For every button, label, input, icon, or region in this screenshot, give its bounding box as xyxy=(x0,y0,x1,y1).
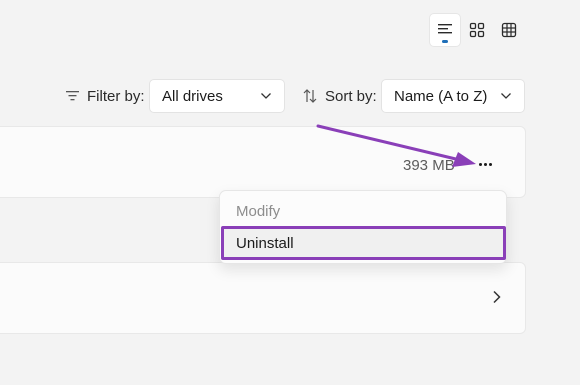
grid-view-icon xyxy=(469,22,485,38)
chevron-right-icon[interactable] xyxy=(492,290,502,304)
grid-view-button[interactable] xyxy=(462,14,492,46)
app-size: 393 MB xyxy=(403,157,455,174)
tile-view-icon xyxy=(501,22,517,38)
menu-item-uninstall[interactable]: Uninstall xyxy=(221,226,506,260)
sort-value: Name (A to Z) xyxy=(394,87,488,105)
filter-value: All drives xyxy=(162,87,223,105)
more-options-button[interactable] xyxy=(470,150,500,178)
view-toggle xyxy=(428,12,526,48)
app-list-item[interactable] xyxy=(0,262,526,334)
sort-control: Sort by: xyxy=(303,79,377,113)
chevron-down-icon xyxy=(261,93,271,99)
filter-label: Filter by: xyxy=(87,87,145,105)
menu-item-modify[interactable]: Modify xyxy=(236,203,280,220)
sort-icon xyxy=(303,89,317,103)
list-view-button[interactable] xyxy=(430,14,460,46)
tile-view-button[interactable] xyxy=(494,14,524,46)
filter-control: Filter by: xyxy=(66,79,145,113)
menu-item-uninstall-label: Uninstall xyxy=(236,235,294,252)
filter-icon xyxy=(66,91,79,101)
more-options-icon xyxy=(478,162,482,166)
sort-dropdown[interactable]: Name (A to Z) xyxy=(381,79,525,113)
filter-dropdown[interactable]: All drives xyxy=(149,79,285,113)
chevron-down-icon xyxy=(501,93,511,99)
list-view-icon xyxy=(438,24,452,34)
sort-label: Sort by: xyxy=(325,87,377,105)
